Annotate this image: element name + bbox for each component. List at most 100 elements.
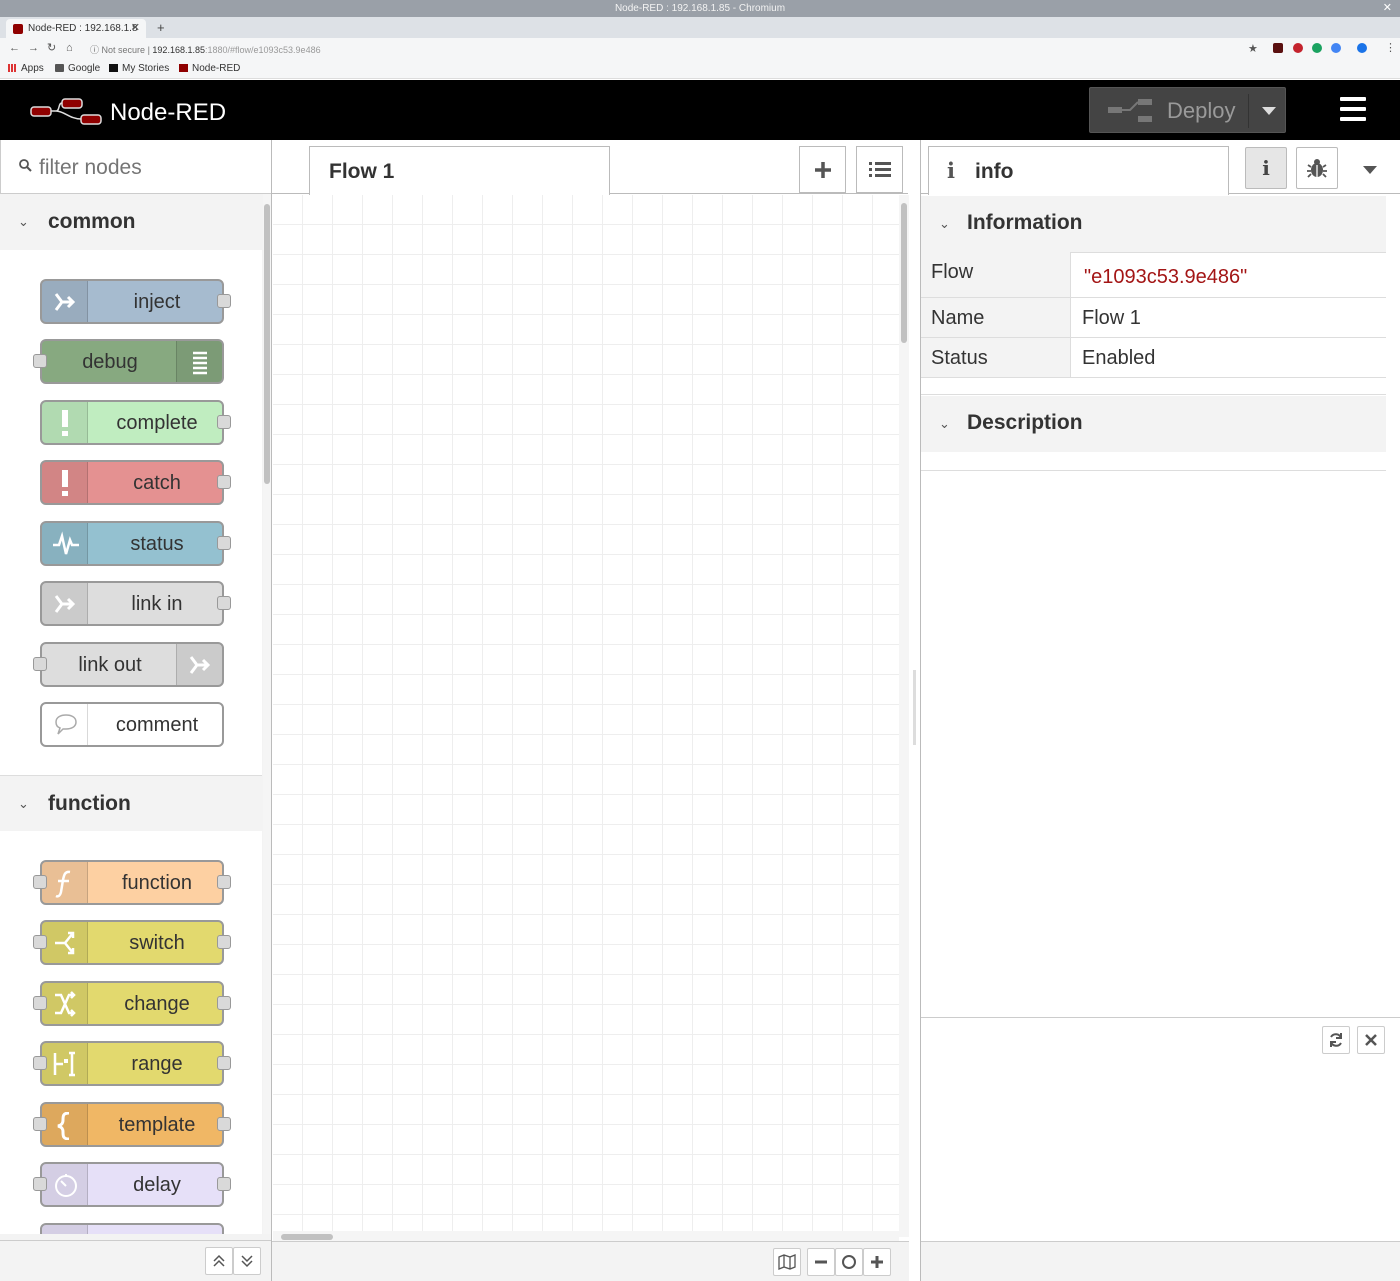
address-bar: ← → ↻ ⌂ ⓘ Not secure | 192.168.1.85:1880…: [0, 38, 1400, 59]
property-value-flow-id: "e1093c53.9e486": [1084, 266, 1248, 288]
output-port: [217, 475, 231, 489]
browser-tabstrip: Node-RED : 192.168.1.8 ✕ +: [0, 17, 1400, 38]
browser-menu-icon[interactable]: ⋮: [1385, 41, 1396, 55]
zoom-in-icon[interactable]: [863, 1248, 891, 1276]
palette-node-range[interactable]: range: [33, 1041, 231, 1086]
sidebar-menu-caret-icon[interactable]: [1363, 166, 1377, 174]
add-flow-button[interactable]: [799, 146, 846, 193]
palette-scrollbar[interactable]: [263, 194, 271, 1234]
tab-flow-1[interactable]: Flow 1: [309, 146, 610, 195]
property-key: Flow: [921, 252, 1071, 297]
window-close-icon[interactable]: ✕: [1383, 0, 1392, 17]
resize-grip[interactable]: [913, 670, 916, 745]
scrollbar-thumb[interactable]: [901, 203, 907, 343]
plus-icon: [815, 162, 831, 178]
new-tab-icon[interactable]: +: [157, 19, 165, 36]
output-port: [217, 536, 231, 550]
canvas-horizontal-scrollbar[interactable]: [273, 1231, 899, 1241]
bookmarks-bar: Apps Google My Stories Node-RED: [0, 59, 1400, 79]
expand-all-icon[interactable]: [205, 1247, 233, 1275]
scrollbar-thumb[interactable]: [281, 1234, 333, 1240]
palette-node-link-in[interactable]: link in: [40, 581, 231, 626]
canvas-vertical-scrollbar[interactable]: [899, 195, 909, 1237]
category-header-common[interactable]: ⌄ common: [0, 194, 262, 250]
filter-nodes-input[interactable]: [39, 154, 259, 182]
flow-canvas[interactable]: [273, 195, 899, 1237]
tab-info[interactable]: i info: [928, 146, 1229, 195]
debug-bars-icon: [176, 341, 222, 382]
url-host: 192.168.1.85: [152, 45, 205, 55]
palette-node-catch[interactable]: catch: [40, 460, 231, 505]
information-section-header[interactable]: ⌄ Information: [921, 196, 1386, 252]
refresh-icon[interactable]: [1322, 1026, 1350, 1054]
back-icon[interactable]: ←: [9, 41, 20, 55]
bug-icon: [1307, 159, 1327, 178]
input-port: [33, 1056, 47, 1070]
navigator-map-icon[interactable]: [773, 1248, 801, 1276]
input-port: [33, 1177, 47, 1191]
sidebar-resize-handle[interactable]: [909, 140, 921, 1281]
extension-icon[interactable]: [1273, 43, 1283, 53]
palette-node-comment[interactable]: comment: [40, 702, 224, 747]
tab-label: Flow 1: [329, 160, 395, 183]
browser-tab[interactable]: Node-RED : 192.168.1.8 ✕: [6, 19, 146, 38]
list-flows-button[interactable]: [856, 146, 903, 193]
palette-node-status[interactable]: status: [40, 521, 231, 566]
zoom-reset-icon[interactable]: [835, 1248, 863, 1276]
pulse-icon: [42, 523, 88, 564]
palette-node-trigger[interactable]: trigger: [40, 1223, 224, 1234]
url-field[interactable]: ⓘ Not secure | 192.168.1.85:1880/#flow/e…: [90, 43, 321, 56]
url-path: :1880/#flow/e1093c53.9e486: [204, 45, 321, 55]
palette-node-inject[interactable]: inject: [40, 279, 231, 324]
output-port: [217, 1056, 231, 1070]
speech-bubble-icon: [42, 704, 88, 745]
home-icon[interactable]: ⌂: [66, 41, 73, 55]
scrollbar-thumb[interactable]: [264, 204, 270, 484]
extension-grammarly-icon[interactable]: [1312, 43, 1322, 53]
info-tab-button[interactable]: i: [1245, 147, 1287, 189]
shuffle-icon: [42, 983, 88, 1024]
sidebar: i info i ⌄ Information Flow "e1093c53.9e…: [921, 140, 1400, 1281]
palette-node-debug[interactable]: debug: [33, 339, 224, 384]
sidebar-scrollbar[interactable]: [1386, 196, 1396, 1016]
output-port: [217, 596, 231, 610]
collapse-all-icon[interactable]: [233, 1247, 261, 1275]
input-port: [33, 1117, 47, 1131]
node-red-favicon-icon: [179, 64, 188, 72]
deploy-button[interactable]: Deploy: [1089, 87, 1286, 133]
palette-node-function[interactable]: function: [33, 860, 231, 905]
property-value-name: Flow 1: [1082, 307, 1141, 329]
profile-avatar-icon[interactable]: [1357, 43, 1367, 53]
close-icon[interactable]: [1357, 1026, 1385, 1054]
zoom-out-icon[interactable]: [807, 1248, 835, 1276]
deploy-menu-caret-icon[interactable]: [1262, 107, 1276, 115]
forward-icon[interactable]: →: [28, 41, 39, 55]
info-circle-icon: ⓘ: [90, 45, 100, 55]
debug-tab-button[interactable]: [1296, 147, 1338, 189]
extension-shield-icon[interactable]: [1293, 43, 1303, 53]
bookmark-star-icon[interactable]: ★: [1248, 42, 1258, 56]
description-section-header[interactable]: ⌄ Description: [921, 396, 1386, 452]
bookmark-google[interactable]: Google: [55, 62, 100, 75]
bookmark-apps[interactable]: Apps: [8, 62, 44, 75]
palette-node-delay[interactable]: delay: [33, 1162, 231, 1207]
palette-node-switch[interactable]: switch: [33, 920, 231, 965]
tab-label: info: [975, 160, 1014, 183]
palette-node-template[interactable]: template: [33, 1102, 231, 1147]
workspace-footer: [272, 1241, 909, 1281]
palette-filter: [0, 140, 271, 194]
palette-node-link-out[interactable]: link out: [33, 642, 224, 687]
main-menu-icon[interactable]: [1340, 97, 1366, 121]
reload-icon[interactable]: ↻: [47, 41, 56, 55]
node-palette: ⌄ common inject debug complete: [0, 140, 272, 1281]
property-row-name: Name Flow 1: [921, 298, 1386, 338]
chevron-down-icon: ⌄: [939, 216, 950, 231]
palette-node-complete[interactable]: complete: [40, 400, 231, 445]
tab-close-icon[interactable]: ✕: [131, 19, 140, 38]
palette-node-change[interactable]: change: [33, 981, 231, 1026]
extension-b-icon[interactable]: [1331, 43, 1341, 53]
bookmark-my-stories[interactable]: My Stories: [109, 62, 169, 75]
deploy-icon: [1108, 99, 1152, 122]
bookmark-node-red[interactable]: Node-RED: [179, 62, 240, 75]
category-header-function[interactable]: ⌄ function: [0, 775, 262, 831]
